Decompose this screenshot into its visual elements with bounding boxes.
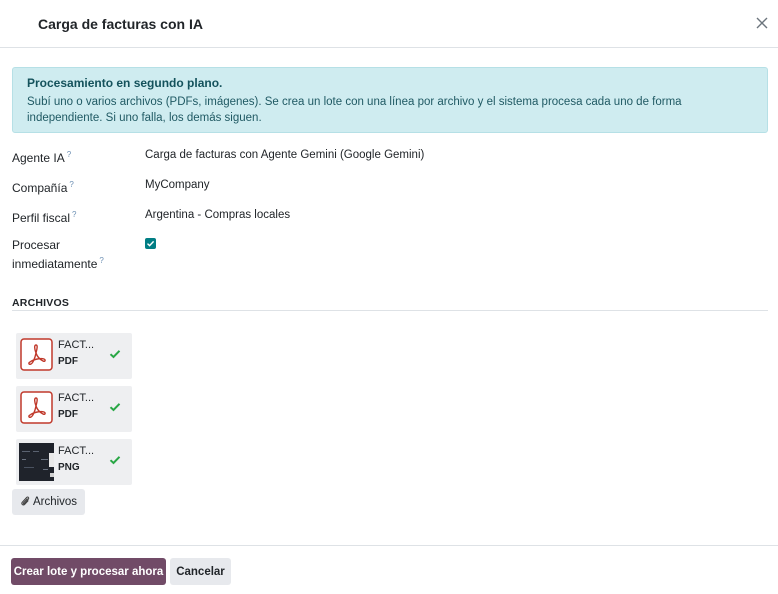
attachment-item[interactable]: FACT... PDF — [16, 386, 132, 432]
company-help-icon[interactable]: ? — [69, 180, 73, 189]
check-icon — [109, 454, 121, 466]
paperclip-icon — [20, 495, 30, 510]
attachment-name: FACT... — [58, 392, 95, 404]
process-label-line2: inmediatamente — [12, 257, 98, 271]
attachment-ext: PDF — [58, 356, 78, 367]
section-divider — [12, 310, 768, 311]
attachment-name: FACT... — [58, 339, 95, 351]
check-icon — [109, 348, 121, 360]
add-files-button[interactable]: Archivos — [12, 489, 85, 515]
check-icon — [109, 401, 121, 413]
company-value[interactable]: MyCompany — [145, 179, 210, 191]
attachment-ext: PNG — [58, 462, 80, 473]
dialog-title: Carga de facturas con IA — [38, 16, 203, 32]
pdf-icon — [20, 338, 53, 371]
attachment-item[interactable]: FACT... PDF — [16, 333, 132, 379]
fiscal-help-icon[interactable]: ? — [72, 210, 76, 219]
fiscal-label-text: Perfil fiscal — [12, 211, 71, 225]
create-batch-button[interactable]: Crear lote y procesar ahora — [11, 558, 166, 585]
attachment-ext: PDF — [58, 409, 78, 420]
fiscal-value[interactable]: Argentina - Compras locales — [145, 209, 290, 221]
checkmark-icon — [147, 240, 155, 247]
attachment-name: FACT... — [58, 445, 95, 457]
agent-value[interactable]: Carga de facturas con Agente Gemini (Goo… — [145, 149, 424, 161]
company-label-text: Compañía — [12, 181, 68, 195]
pdf-icon — [20, 391, 53, 424]
agent-label-text: Agente IA — [12, 151, 65, 165]
info-alert: Procesamiento en segundo plano. Subí uno… — [12, 67, 768, 133]
add-files-label: Archivos — [32, 496, 78, 508]
image-thumbnail — [19, 443, 54, 481]
close-icon[interactable] — [752, 13, 772, 33]
company-label: Compañía? — [12, 177, 74, 196]
dialog: Carga de facturas con IA Procesamiento e… — [0, 0, 778, 594]
process-label: Procesar inmediatamente? — [12, 237, 104, 272]
fiscal-label: Perfil fiscal? — [12, 207, 76, 226]
files-section-title: ARCHIVOS — [12, 297, 70, 309]
cancel-button[interactable]: Cancelar — [170, 558, 231, 585]
process-help-icon[interactable]: ? — [99, 256, 103, 265]
attachment-item[interactable]: FACT... PNG — [16, 439, 132, 485]
process-checkbox[interactable] — [145, 238, 156, 249]
agent-help-icon[interactable]: ? — [67, 150, 71, 159]
process-label-line1: Procesar — [12, 238, 61, 252]
alert-text: Subí uno o varios archivos (PDFs, imágen… — [27, 96, 682, 124]
agent-label: Agente IA? — [12, 147, 71, 166]
alert-title: Procesamiento en segundo plano. — [27, 76, 223, 90]
dialog-header: Carga de facturas con IA — [0, 0, 778, 48]
footer-divider — [0, 545, 778, 546]
